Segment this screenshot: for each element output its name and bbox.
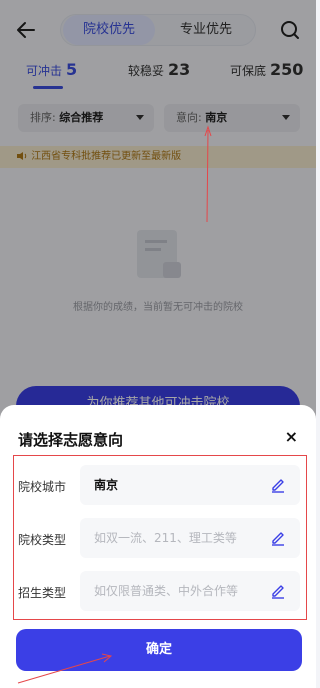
school-type-field[interactable]: 如双一流、211、理工类等 [80, 518, 300, 558]
admission-type-label: 招生类型 [18, 586, 67, 600]
city-field[interactable]: 南京 [80, 465, 300, 505]
admission-type-placeholder: 如仅限普通类、中外合作等 [94, 584, 239, 598]
confirm-button[interactable]: 确定 [16, 629, 302, 671]
close-icon[interactable]: × [285, 429, 298, 445]
school-type-placeholder: 如双一流、211、理工类等 [94, 531, 237, 545]
school-type-label: 院校类型 [18, 533, 67, 547]
sheet-title: 请选择志愿意向 [18, 431, 124, 449]
admission-type-field[interactable]: 如仅限普通类、中外合作等 [80, 571, 300, 611]
edit-pencil-icon[interactable] [270, 476, 286, 494]
city-value: 南京 [94, 478, 119, 492]
edit-pencil-icon[interactable] [270, 582, 286, 600]
intent-bottom-sheet: 请选择志愿意向 × 院校城市 南京 院校类型 如双一流、211、理工类等 招生类… [0, 405, 316, 688]
edit-pencil-icon[interactable] [270, 529, 286, 547]
city-label: 院校城市 [18, 480, 67, 494]
